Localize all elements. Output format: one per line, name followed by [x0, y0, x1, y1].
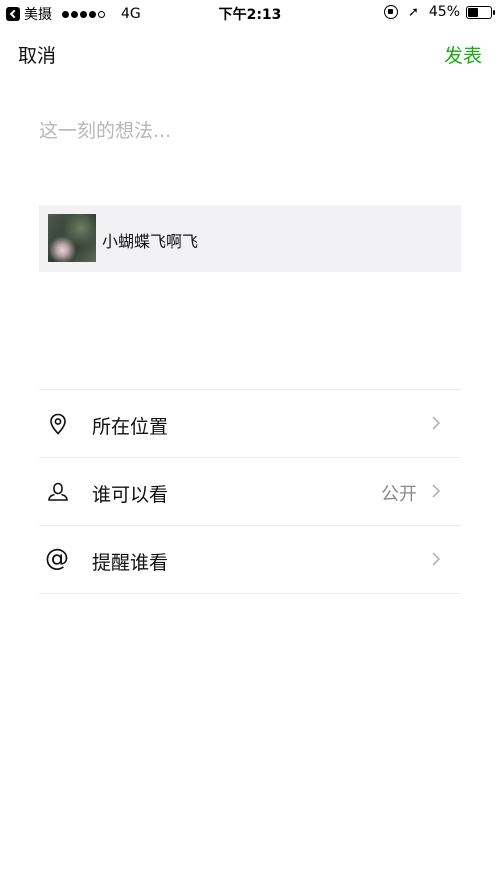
options-list: 所在位置 谁可以看 公开 @ 提醒谁看	[39, 389, 461, 594]
chevron-right-icon	[432, 552, 441, 566]
chevron-right-icon	[432, 484, 441, 498]
battery-percent: 45%	[428, 4, 460, 20]
location-arrow-icon: ➚	[407, 4, 419, 20]
option-row-visibility[interactable]: 谁可以看 公开	[39, 458, 461, 525]
shared-content-title: 小蝴蝶飞啊飞	[102, 232, 199, 251]
cancel-button[interactable]: 取消	[18, 41, 56, 68]
status-bar: 美摄 4G 下午2:13 ➚ 45%	[0, 0, 500, 26]
option-label: 提醒谁看	[92, 552, 169, 574]
shared-content-thumbnail	[48, 214, 96, 262]
shared-content-card[interactable]: 小蝴蝶飞啊飞	[39, 205, 461, 272]
option-label: 谁可以看	[92, 484, 169, 506]
option-label: 所在位置	[92, 416, 169, 438]
thought-input[interactable]	[39, 111, 459, 151]
option-row-mention[interactable]: @ 提醒谁看	[39, 526, 461, 593]
publish-button[interactable]: 发表	[444, 41, 482, 68]
divider	[39, 593, 461, 594]
option-row-location[interactable]: 所在位置	[39, 390, 461, 457]
battery-fill	[468, 7, 478, 17]
rotation-lock-icon	[383, 5, 398, 19]
at-sign-icon: @	[45, 544, 69, 572]
chevron-right-icon	[432, 416, 441, 430]
location-pin-icon	[50, 413, 66, 435]
option-value: 公开	[381, 484, 417, 505]
status-bar-right: ➚ 45%	[383, 4, 495, 20]
person-icon	[48, 482, 68, 501]
battery-icon	[466, 5, 495, 19]
